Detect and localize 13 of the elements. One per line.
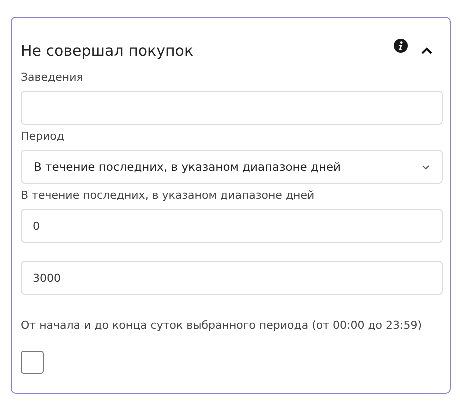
period-dropdown[interactable]: В течение последних, в указаном диапазоне дней	[21, 150, 443, 184]
input-field[interactable]	[21, 91, 443, 125]
field-label: Заведения	[21, 70, 84, 85]
collapse-chevron-icon[interactable]	[421, 47, 433, 55]
input-field[interactable]: 3000	[21, 261, 443, 295]
field-label: В течение последних, в указаном диапазоне дней	[21, 188, 316, 203]
field-label: Период	[21, 129, 66, 144]
checkbox[interactable]	[21, 351, 44, 374]
field-label: От начала и до конца суток выбранного периода (от 00:00 до 23:59)	[21, 318, 424, 333]
chevron-down-icon	[422, 164, 430, 170]
card-title: Не совершал покупок	[21, 42, 195, 60]
input-field[interactable]: 0	[21, 209, 443, 243]
info-icon[interactable]	[394, 39, 408, 53]
